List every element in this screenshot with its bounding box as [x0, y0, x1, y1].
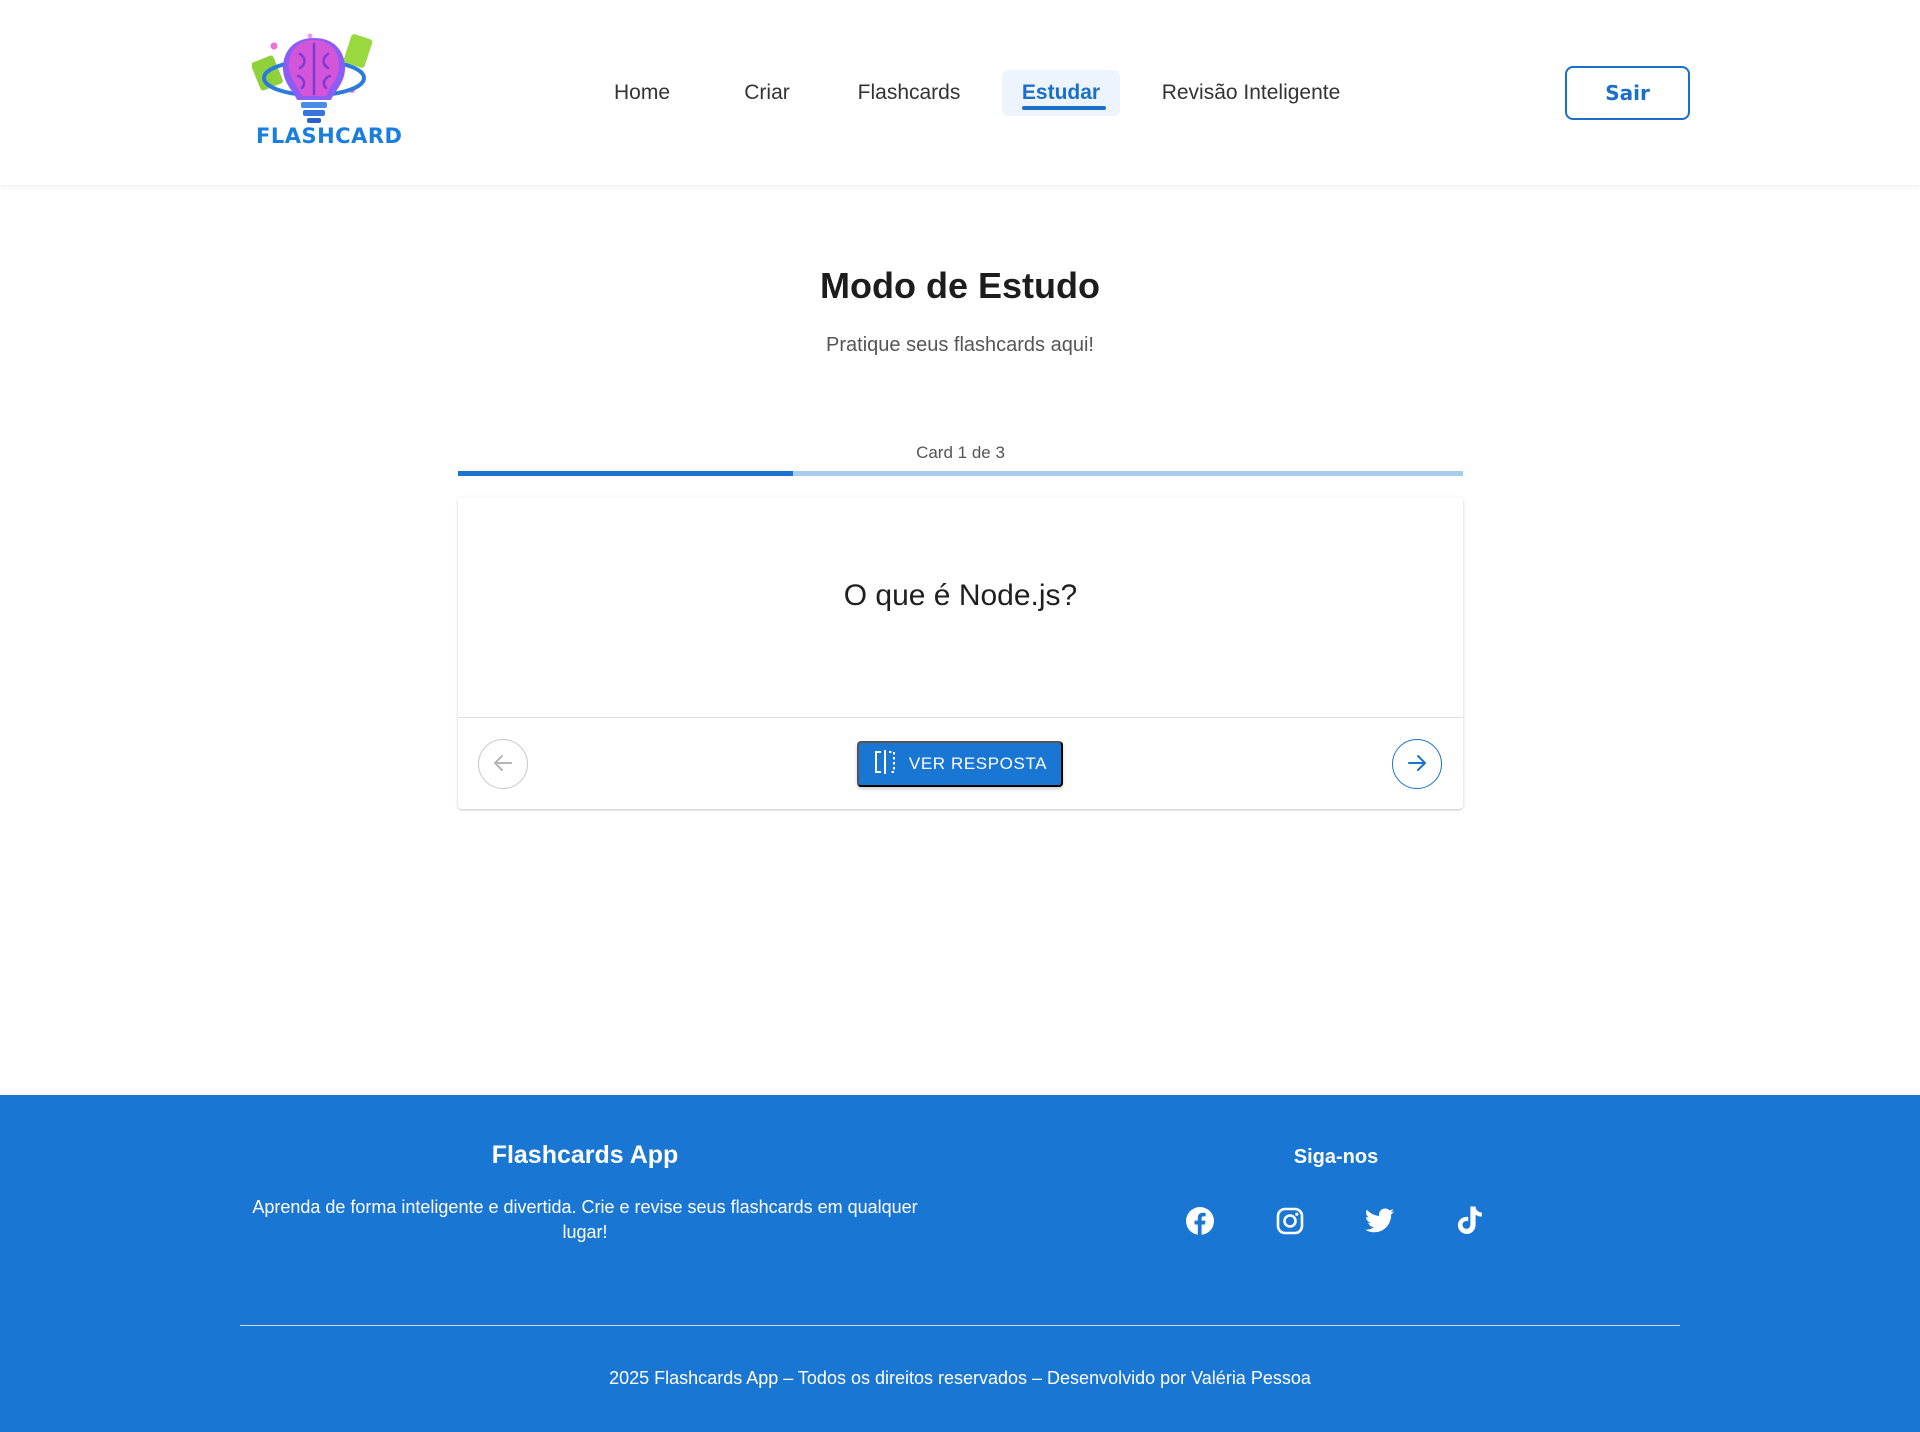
page-subtitle: Pratique seus flashcards aqui! — [826, 334, 1094, 356]
nav-item-criar[interactable]: Criar — [728, 70, 806, 116]
arrow-left-icon — [491, 751, 515, 778]
instagram-icon[interactable] — [1272, 1203, 1308, 1239]
tiktok-icon[interactable] — [1452, 1203, 1488, 1239]
logo-text: FLASHCARD — [256, 124, 403, 148]
site-footer: Flashcards App Aprenda de forma intelige… — [0, 1095, 1920, 1432]
nav-item-estudar-label: Estudar — [1021, 81, 1101, 104]
active-tab-indicator — [1022, 106, 1106, 110]
flip-card-icon — [873, 749, 897, 780]
flashcard-question: O que é Node.js? — [843, 579, 1078, 612]
nav-item-home[interactable]: Home — [598, 70, 686, 116]
copyright-text: 2025 Flashcards App – Todos os direitos … — [609, 1368, 1311, 1388]
top-header: FLASHCARD Home Criar Flashcards Estudar … — [0, 0, 1920, 185]
previous-card-button[interactable] — [478, 739, 528, 789]
progress-bar — [458, 471, 1463, 476]
arrow-right-icon — [1405, 751, 1429, 778]
logout-button[interactable]: Sair — [1565, 66, 1690, 120]
next-card-button[interactable] — [1392, 739, 1442, 789]
nav-item-revisao-inteligente[interactable]: Revisão Inteligente — [1150, 70, 1352, 116]
card-divider — [458, 717, 1463, 718]
progress-label: Card 1 de 3 — [916, 443, 1005, 462]
footer-description: Aprenda de forma inteligente e divertida… — [252, 1197, 918, 1242]
twitter-icon[interactable] — [1362, 1203, 1398, 1239]
show-answer-button[interactable]: VER RESPOSTA — [857, 741, 1063, 787]
nav-item-estudar[interactable]: Estudar — [1002, 70, 1120, 116]
facebook-icon[interactable] — [1182, 1203, 1218, 1239]
page-title: Modo de Estudo — [820, 265, 1100, 306]
follow-us-title: Siga-nos — [1293, 1146, 1379, 1168]
footer-divider — [240, 1325, 1680, 1326]
nav-item-flashcards[interactable]: Flashcards — [842, 70, 976, 116]
flashcard[interactable]: O que é Node.js? VER RESPOSTA — [458, 497, 1463, 809]
show-answer-label: VER RESPOSTA — [908, 754, 1048, 773]
footer-title: Flashcards App — [491, 1141, 679, 1169]
progress-bar-fill — [458, 471, 793, 476]
